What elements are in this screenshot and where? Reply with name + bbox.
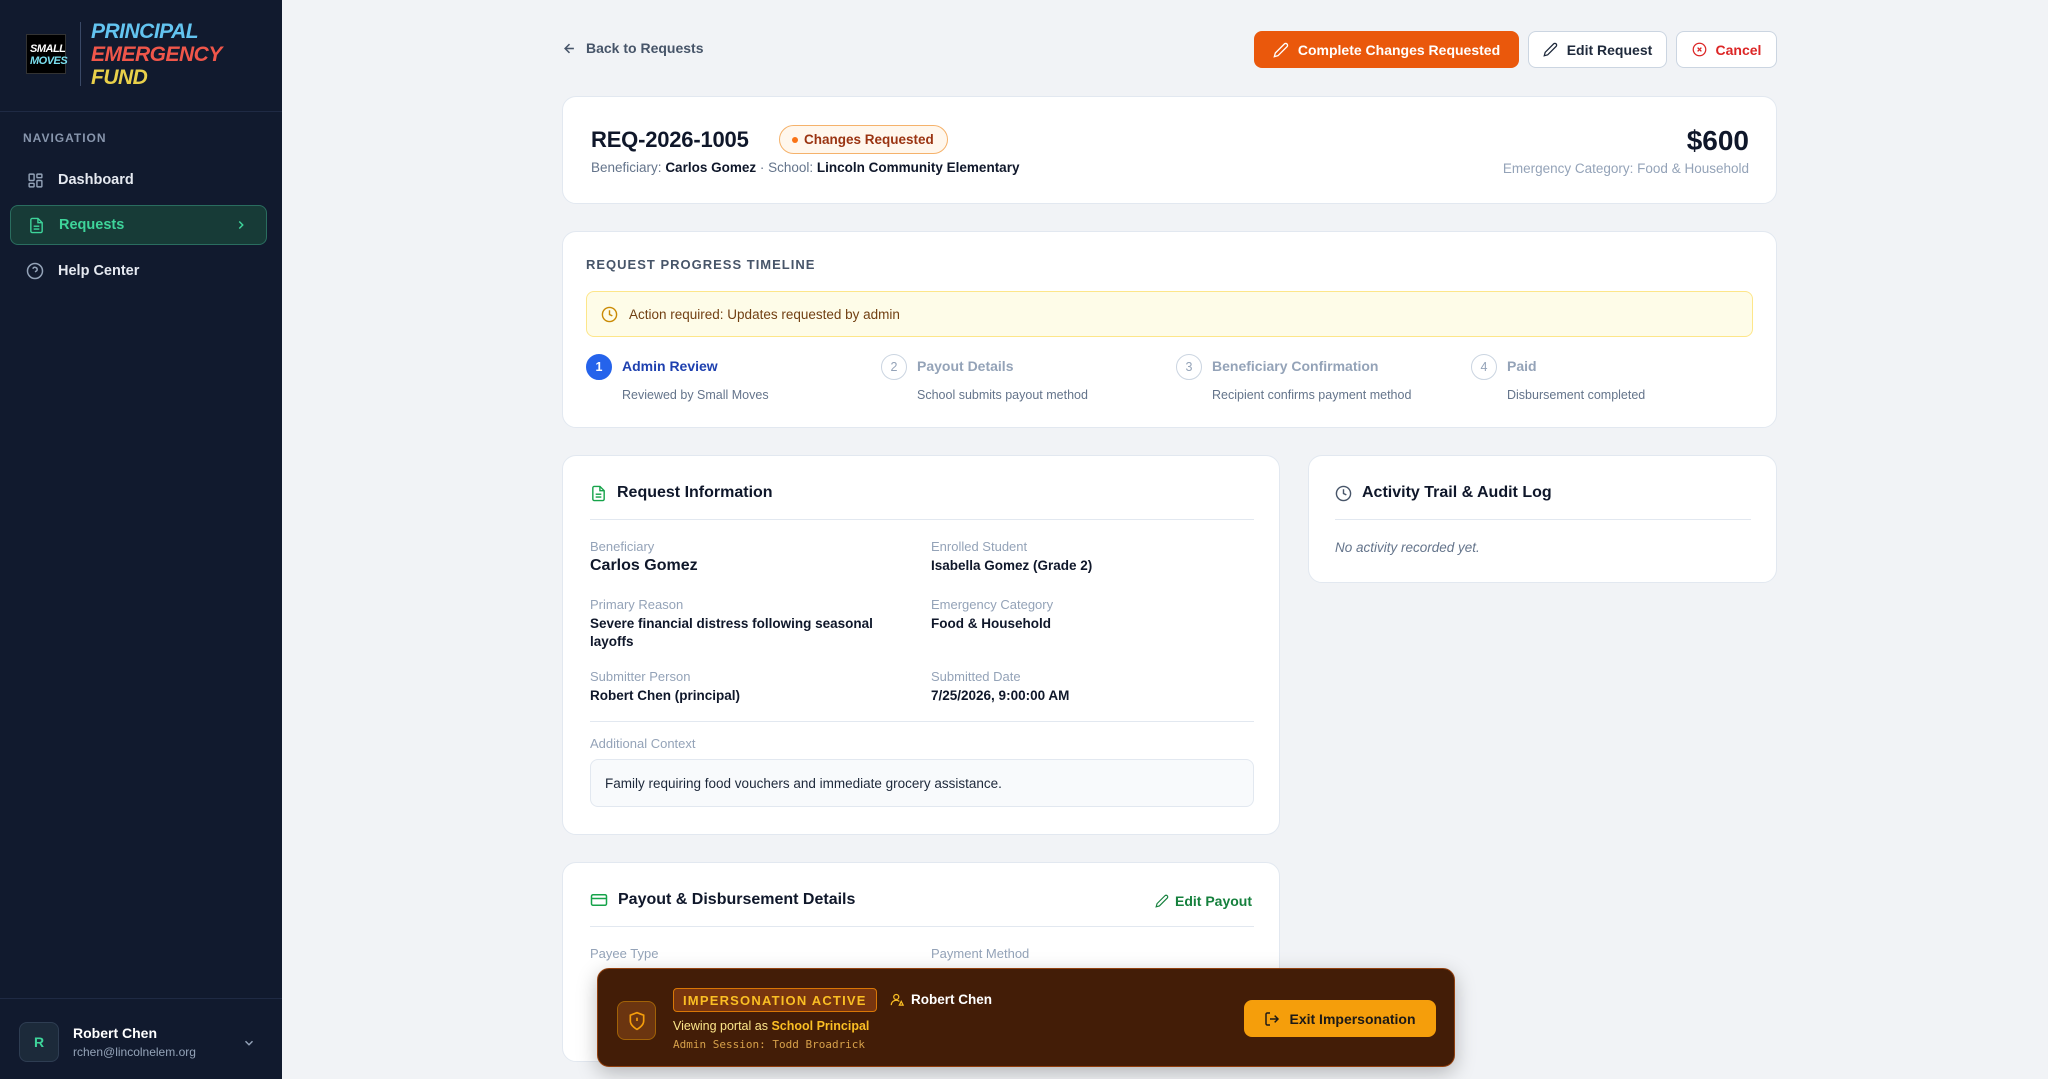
shield-icon xyxy=(617,1001,656,1040)
cancel-button[interactable]: Cancel xyxy=(1676,31,1777,68)
field-value: 7/25/2026, 9:00:00 AM xyxy=(931,688,1070,703)
sidebar-item-dashboard[interactable]: Dashboard xyxy=(10,160,267,200)
small-moves-logo: SMALL MOVES xyxy=(26,34,68,74)
sidebar-item-label: Requests xyxy=(59,217,125,233)
activity-trail-card: Activity Trail & Audit Log No activity r… xyxy=(1308,455,1777,583)
card-divider xyxy=(1335,519,1751,520)
request-header-card: REQ-2026-1005 Changes Requested Benefici… xyxy=(562,96,1777,204)
user-name: Robert Chen xyxy=(73,1025,157,1041)
pencil-icon xyxy=(1155,894,1169,908)
action-required-alert: Action required: Updates requested by ad… xyxy=(586,291,1753,337)
school-name: Lincoln Community Elementary xyxy=(816,160,1020,175)
credit-card-icon xyxy=(590,894,608,906)
card-title: Activity Trail & Audit Log xyxy=(1335,484,1552,502)
edit-request-button[interactable]: Edit Request xyxy=(1528,31,1667,68)
clock-icon xyxy=(601,306,618,322)
impersonation-tag: IMPERSONATION ACTIVE xyxy=(673,988,877,1012)
sidebar-item-help-center[interactable]: Help Center xyxy=(10,251,267,291)
field-label: Payment Method xyxy=(931,946,1030,961)
field-value: Food & Household xyxy=(931,616,1051,631)
pencil-icon xyxy=(1543,42,1557,57)
chevron-right-icon xyxy=(234,218,248,236)
sidebar-item-requests[interactable]: Requests xyxy=(10,205,267,245)
user-email: rchen@lincolnelem.org xyxy=(73,1045,196,1059)
sidebar-item-label: Help Center xyxy=(58,263,140,279)
field-label: Enrolled Student xyxy=(931,539,1028,554)
user-divider xyxy=(0,998,282,999)
field-label: Payee Type xyxy=(590,946,659,961)
field-label: Submitter Person xyxy=(590,669,691,684)
chevron-down-icon[interactable] xyxy=(242,1036,256,1055)
field-value: Robert Chen (principal) xyxy=(590,688,741,703)
arrow-left-icon xyxy=(564,43,574,53)
card-divider xyxy=(590,519,1254,520)
card-divider xyxy=(590,926,1254,927)
field-value: Carlos Gomez xyxy=(590,557,698,574)
avatar[interactable]: R xyxy=(19,1022,59,1062)
sidebar: SMALL MOVES PRINCIPAL EMERGENCY FUND NAV… xyxy=(0,0,282,1079)
edit-payout-link[interactable]: Edit Payout xyxy=(1155,893,1252,909)
admin-session: Admin Session: Todd Broadrick xyxy=(673,1038,866,1051)
card-title: Request Information xyxy=(590,484,773,502)
brand-title: PRINCIPAL EMERGENCY FUND xyxy=(91,20,222,89)
user-icon xyxy=(890,993,905,1006)
card-divider xyxy=(590,721,1254,722)
nav-section-label: NAVIGATION xyxy=(23,131,107,145)
clock-icon xyxy=(1335,485,1352,501)
complete-changes-button[interactable]: Complete Changes Requested xyxy=(1254,31,1519,68)
document-icon xyxy=(27,216,45,234)
sidebar-item-label: Dashboard xyxy=(58,172,134,188)
field-label: Submitted Date xyxy=(931,669,1021,684)
field-label: Additional Context xyxy=(590,736,696,751)
field-value: Severe financial distress following seas… xyxy=(590,616,873,649)
exit-impersonation-button[interactable]: Exit Impersonation xyxy=(1244,1000,1436,1037)
field-label: Beneficiary xyxy=(590,539,655,554)
status-badge: Changes Requested xyxy=(779,125,948,154)
document-icon xyxy=(592,485,605,501)
grid-icon xyxy=(26,171,44,189)
beneficiary-name: Carlos Gomez xyxy=(665,160,757,175)
back-to-requests-link[interactable]: Back to Requests xyxy=(562,40,703,56)
pencil-icon xyxy=(1273,42,1289,58)
logo-separator xyxy=(80,22,81,86)
emergency-category: Emergency Category: Food & Household xyxy=(1502,161,1749,176)
progress-timeline-card: REQUEST PROGRESS TIMELINE Action require… xyxy=(562,231,1777,428)
x-circle-icon xyxy=(1692,42,1706,57)
help-circle-icon xyxy=(26,262,44,280)
impersonation-role: Viewing portal as School Principal xyxy=(673,1019,870,1033)
empty-state: No activity recorded yet. xyxy=(1335,540,1480,555)
impersonation-banner: IMPERSONATION ACTIVE Robert Chen Viewing… xyxy=(597,968,1455,1067)
field-value: Isabella Gomez (Grade 2) xyxy=(931,558,1093,573)
log-out-icon xyxy=(1265,1011,1280,1026)
request-amount: $600 xyxy=(1686,125,1749,156)
card-title: Payout & Disbursement Details xyxy=(590,891,855,909)
request-information-card: Request Information Beneficiary Carlos G… xyxy=(562,455,1280,835)
field-label: Emergency Category xyxy=(931,597,1054,612)
field-label: Primary Reason xyxy=(590,597,684,612)
timeline-title: REQUEST PROGRESS TIMELINE xyxy=(586,257,816,272)
impersonated-user: Robert Chen xyxy=(890,992,992,1007)
brand-logo[interactable]: SMALL MOVES PRINCIPAL EMERGENCY FUND xyxy=(24,18,222,90)
request-meta: Beneficiary: Carlos Gomez · School: Linc… xyxy=(591,160,1020,175)
request-id: REQ-2026-1005 xyxy=(591,127,749,152)
additional-context: Family requiring food vouchers and immed… xyxy=(590,759,1254,807)
sidebar-divider xyxy=(0,111,282,112)
